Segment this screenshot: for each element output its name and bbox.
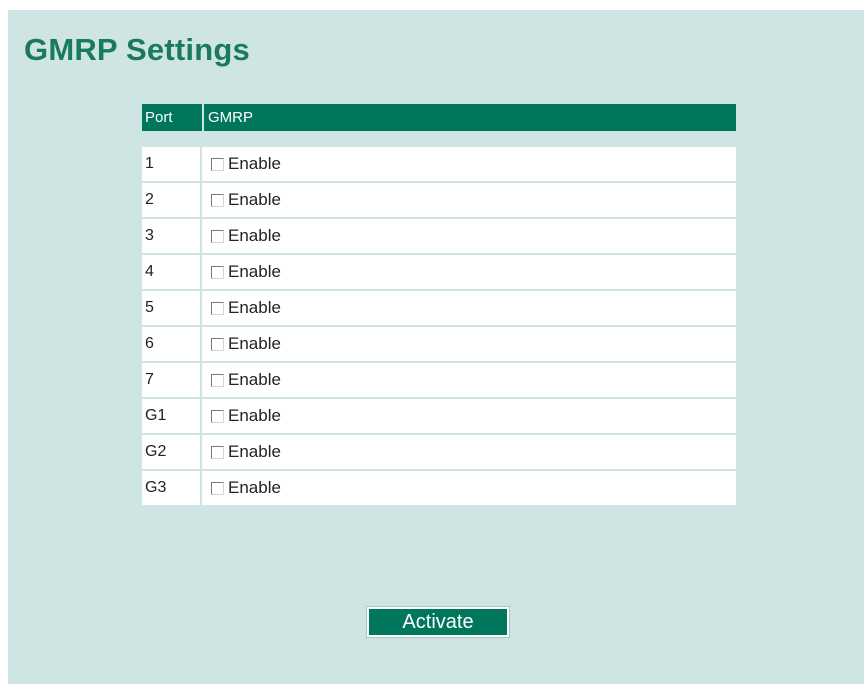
gmrp-cell: Enable xyxy=(202,363,736,397)
column-header-gmrp: GMRP xyxy=(208,109,253,126)
enable-checkbox[interactable] xyxy=(211,482,224,495)
port-cell: 3 xyxy=(142,219,200,253)
enable-checkbox[interactable] xyxy=(211,446,224,459)
table-row: G3 Enable xyxy=(142,471,736,505)
enable-checkbox[interactable] xyxy=(211,410,224,423)
gmrp-cell: Enable xyxy=(202,327,736,361)
enable-checkbox[interactable] xyxy=(211,266,224,279)
table-row: G2 Enable xyxy=(142,435,736,469)
port-cell: G3 xyxy=(142,471,200,505)
port-cell: 4 xyxy=(142,255,200,289)
enable-label: Enable xyxy=(228,370,281,389)
enable-label: Enable xyxy=(228,478,281,497)
enable-label: Enable xyxy=(228,226,281,245)
enable-label: Enable xyxy=(228,334,281,353)
gmrp-cell: Enable xyxy=(202,435,736,469)
column-header-port: Port xyxy=(145,109,173,126)
port-cell: 2 xyxy=(142,183,200,217)
table-row: 5 Enable xyxy=(142,291,736,325)
gmrp-cell: Enable xyxy=(202,399,736,433)
gmrp-cell: Enable xyxy=(202,183,736,217)
gmrp-cell: Enable xyxy=(202,255,736,289)
gmrp-port-table: 1 Enable 2 Enable 3 Enable 4 Enable 5 En… xyxy=(142,147,736,507)
port-cell: G1 xyxy=(142,399,200,433)
port-cell: G2 xyxy=(142,435,200,469)
table-row: G1 Enable xyxy=(142,399,736,433)
gmrp-cell: Enable xyxy=(202,219,736,253)
enable-label: Enable xyxy=(228,406,281,425)
enable-checkbox[interactable] xyxy=(211,158,224,171)
enable-label: Enable xyxy=(228,442,281,461)
enable-checkbox[interactable] xyxy=(211,338,224,351)
port-cell: 1 xyxy=(142,147,200,181)
enable-checkbox[interactable] xyxy=(211,374,224,387)
port-cell: 5 xyxy=(142,291,200,325)
table-row: 4 Enable xyxy=(142,255,736,289)
table-row: 2 Enable xyxy=(142,183,736,217)
gmrp-cell: Enable xyxy=(202,471,736,505)
enable-label: Enable xyxy=(228,262,281,281)
enable-label: Enable xyxy=(228,154,281,173)
gmrp-cell: Enable xyxy=(202,291,736,325)
port-cell: 7 xyxy=(142,363,200,397)
table-row: 6 Enable xyxy=(142,327,736,361)
enable-checkbox[interactable] xyxy=(211,302,224,315)
enable-checkbox[interactable] xyxy=(211,194,224,207)
settings-panel: GMRP Settings Port GMRP 1 Enable 2 Enabl… xyxy=(8,10,864,684)
page-title: GMRP Settings xyxy=(24,32,250,67)
table-row: 7 Enable xyxy=(142,363,736,397)
gmrp-cell: Enable xyxy=(202,147,736,181)
port-cell: 6 xyxy=(142,327,200,361)
enable-label: Enable xyxy=(228,298,281,317)
table-row: 1 Enable xyxy=(142,147,736,181)
table-header: Port GMRP xyxy=(142,104,736,131)
activate-button[interactable]: Activate xyxy=(366,606,510,638)
table-row: 3 Enable xyxy=(142,219,736,253)
enable-label: Enable xyxy=(228,190,281,209)
enable-checkbox[interactable] xyxy=(211,230,224,243)
